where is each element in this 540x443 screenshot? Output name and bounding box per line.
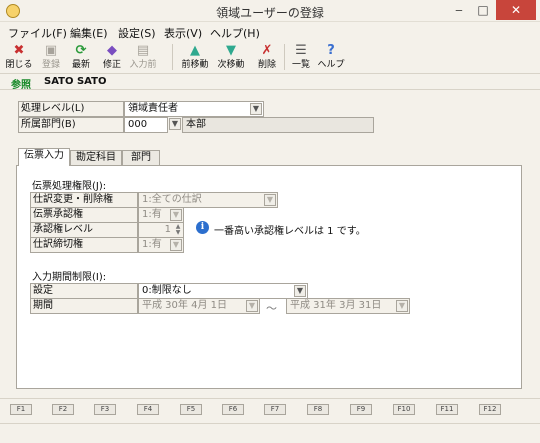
move-next-button[interactable]: ▼ 次移動 bbox=[214, 42, 248, 72]
level-value: 領域責任者 bbox=[128, 103, 178, 114]
arrow-up-icon: ▲ bbox=[190, 43, 200, 58]
mode-bar: 参照 SATO SATO bbox=[0, 74, 540, 91]
closing-select[interactable]: 1:有 ▼ bbox=[138, 237, 184, 253]
register-button[interactable]: ▣ 登録 bbox=[34, 42, 68, 72]
edit-icon: ◆ bbox=[107, 43, 117, 58]
menu-file[interactable]: ファイル(F) bbox=[8, 25, 67, 41]
row-label-approval: 伝票承認権 bbox=[30, 207, 138, 223]
help-button[interactable]: ? ヘルプ bbox=[314, 42, 348, 72]
chevron-down-icon[interactable]: ▼ bbox=[170, 209, 182, 221]
chevron-down-icon[interactable]: ▼ bbox=[396, 300, 408, 312]
tab-voucher-input[interactable]: 伝票入力 bbox=[18, 148, 70, 166]
f3-key[interactable]: F3 bbox=[94, 404, 116, 415]
dept-code-input[interactable]: 000 bbox=[124, 117, 168, 133]
chevron-down-icon[interactable]: ▼ bbox=[250, 103, 262, 115]
voucher-section-title: 伝票処理権限(J): bbox=[32, 181, 107, 192]
level-label: 処理レベル(L) bbox=[18, 101, 124, 117]
level-select[interactable]: 領域責任者 ▼ bbox=[124, 101, 264, 117]
close-icon: ✖ bbox=[13, 43, 25, 58]
toolbar-separator bbox=[172, 44, 173, 70]
dept-name: 本部 bbox=[182, 117, 374, 133]
menu-edit[interactable]: 編集(E) bbox=[70, 25, 108, 41]
menu-settings[interactable]: 設定(S) bbox=[118, 25, 156, 41]
refresh-icon: ⟳ bbox=[75, 43, 87, 58]
menu-help[interactable]: ヘルプ(H) bbox=[210, 25, 260, 41]
setting-select[interactable]: 0:制限なし ▼ bbox=[138, 283, 308, 299]
f4-key[interactable]: F4 bbox=[137, 404, 159, 415]
f7-key[interactable]: F7 bbox=[264, 404, 286, 415]
f5-key[interactable]: F5 bbox=[180, 404, 202, 415]
info-message: 一番高い承認権レベルは 1 です。 bbox=[214, 226, 366, 237]
f11-key[interactable]: F11 bbox=[436, 404, 458, 415]
refresh-button[interactable]: ⟳ 最新 bbox=[64, 42, 98, 72]
setting-label: 設定 bbox=[30, 283, 138, 299]
f6-key[interactable]: F6 bbox=[222, 404, 244, 415]
title-bar: 領域ユーザーの登録 ‒ □ ✕ bbox=[0, 0, 540, 22]
period-section-title: 入力期間制限(I): bbox=[32, 272, 107, 283]
status-bar bbox=[0, 423, 540, 443]
help-icon: ? bbox=[327, 43, 335, 58]
f2-key[interactable]: F2 bbox=[52, 404, 74, 415]
chevron-down-icon[interactable]: ▼ bbox=[264, 194, 276, 206]
row-label-approval-level: 承認権レベル bbox=[30, 222, 138, 238]
period-to-input[interactable]: 平成 31年 3月 31日 ▼ bbox=[286, 298, 410, 314]
arrow-down-icon: ▼ bbox=[226, 43, 236, 58]
maximize-button[interactable]: □ bbox=[472, 0, 494, 20]
save-icon: ▣ bbox=[44, 43, 58, 58]
list-button[interactable]: ☰ 一覧 bbox=[284, 42, 318, 72]
row-label-edit-delete: 仕訳変更・削除権 bbox=[30, 192, 138, 208]
f1-key[interactable]: F1 bbox=[10, 404, 32, 415]
close-button[interactable]: ✖ 閉じる bbox=[2, 42, 36, 72]
f9-key[interactable]: F9 bbox=[350, 404, 372, 415]
close-window-button[interactable]: ✕ bbox=[496, 0, 536, 20]
toolbar: ✖ 閉じる ▣ 登録 ⟳ 最新 ◆ 修正 ▤ 入力前 ▲ 前移動 ▼ 次移動 ✗… bbox=[0, 40, 540, 74]
f12-key[interactable]: F12 bbox=[479, 404, 501, 415]
move-prev-button[interactable]: ▲ 前移動 bbox=[178, 42, 212, 72]
edit-delete-select[interactable]: 1:全ての仕訳 ▼ bbox=[138, 192, 278, 208]
mode-label: 参照 bbox=[11, 80, 31, 91]
dept-label: 所属部門(B) bbox=[18, 117, 124, 133]
f10-key[interactable]: F10 bbox=[393, 404, 415, 415]
info-icon: i bbox=[196, 221, 209, 234]
approval-level-spinner[interactable]: 1 ▲ ▼ bbox=[138, 222, 184, 238]
period-from-input[interactable]: 平成 30年 4月 1日 ▼ bbox=[138, 298, 260, 314]
dept-chevron-down-icon[interactable]: ▼ bbox=[169, 118, 181, 130]
spinner-arrows-icon[interactable]: ▲ ▼ bbox=[174, 224, 182, 236]
chevron-down-icon[interactable]: ▼ bbox=[246, 300, 258, 312]
chevron-down-icon[interactable]: ▼ bbox=[294, 285, 306, 297]
document-icon: ▤ bbox=[136, 43, 150, 58]
approval-select[interactable]: 1:有 ▼ bbox=[138, 207, 184, 223]
delete-document-icon: ✗ bbox=[261, 43, 273, 58]
list-icon: ☰ bbox=[295, 43, 307, 58]
edit-button[interactable]: ◆ 修正 bbox=[95, 42, 129, 72]
delete-button[interactable]: ✗ 削除 bbox=[250, 42, 284, 72]
minimize-button[interactable]: ‒ bbox=[448, 0, 470, 20]
f8-key[interactable]: F8 bbox=[307, 404, 329, 415]
period-label: 期間 bbox=[30, 298, 138, 314]
user-name: SATO SATO bbox=[44, 76, 107, 87]
chevron-down-icon[interactable]: ▼ bbox=[170, 239, 182, 251]
period-separator: 〜 bbox=[266, 302, 277, 315]
input-previous-button[interactable]: ▤ 入力前 bbox=[126, 42, 160, 72]
tab-department[interactable]: 部門 bbox=[122, 150, 160, 165]
menu-bar: ファイル(F) 編集(E) 設定(S) 表示(V) ヘルプ(H) bbox=[0, 22, 540, 40]
row-label-closing: 仕訳締切権 bbox=[30, 237, 138, 253]
menu-view[interactable]: 表示(V) bbox=[164, 25, 202, 41]
tab-account[interactable]: 勘定科目 bbox=[70, 150, 122, 165]
